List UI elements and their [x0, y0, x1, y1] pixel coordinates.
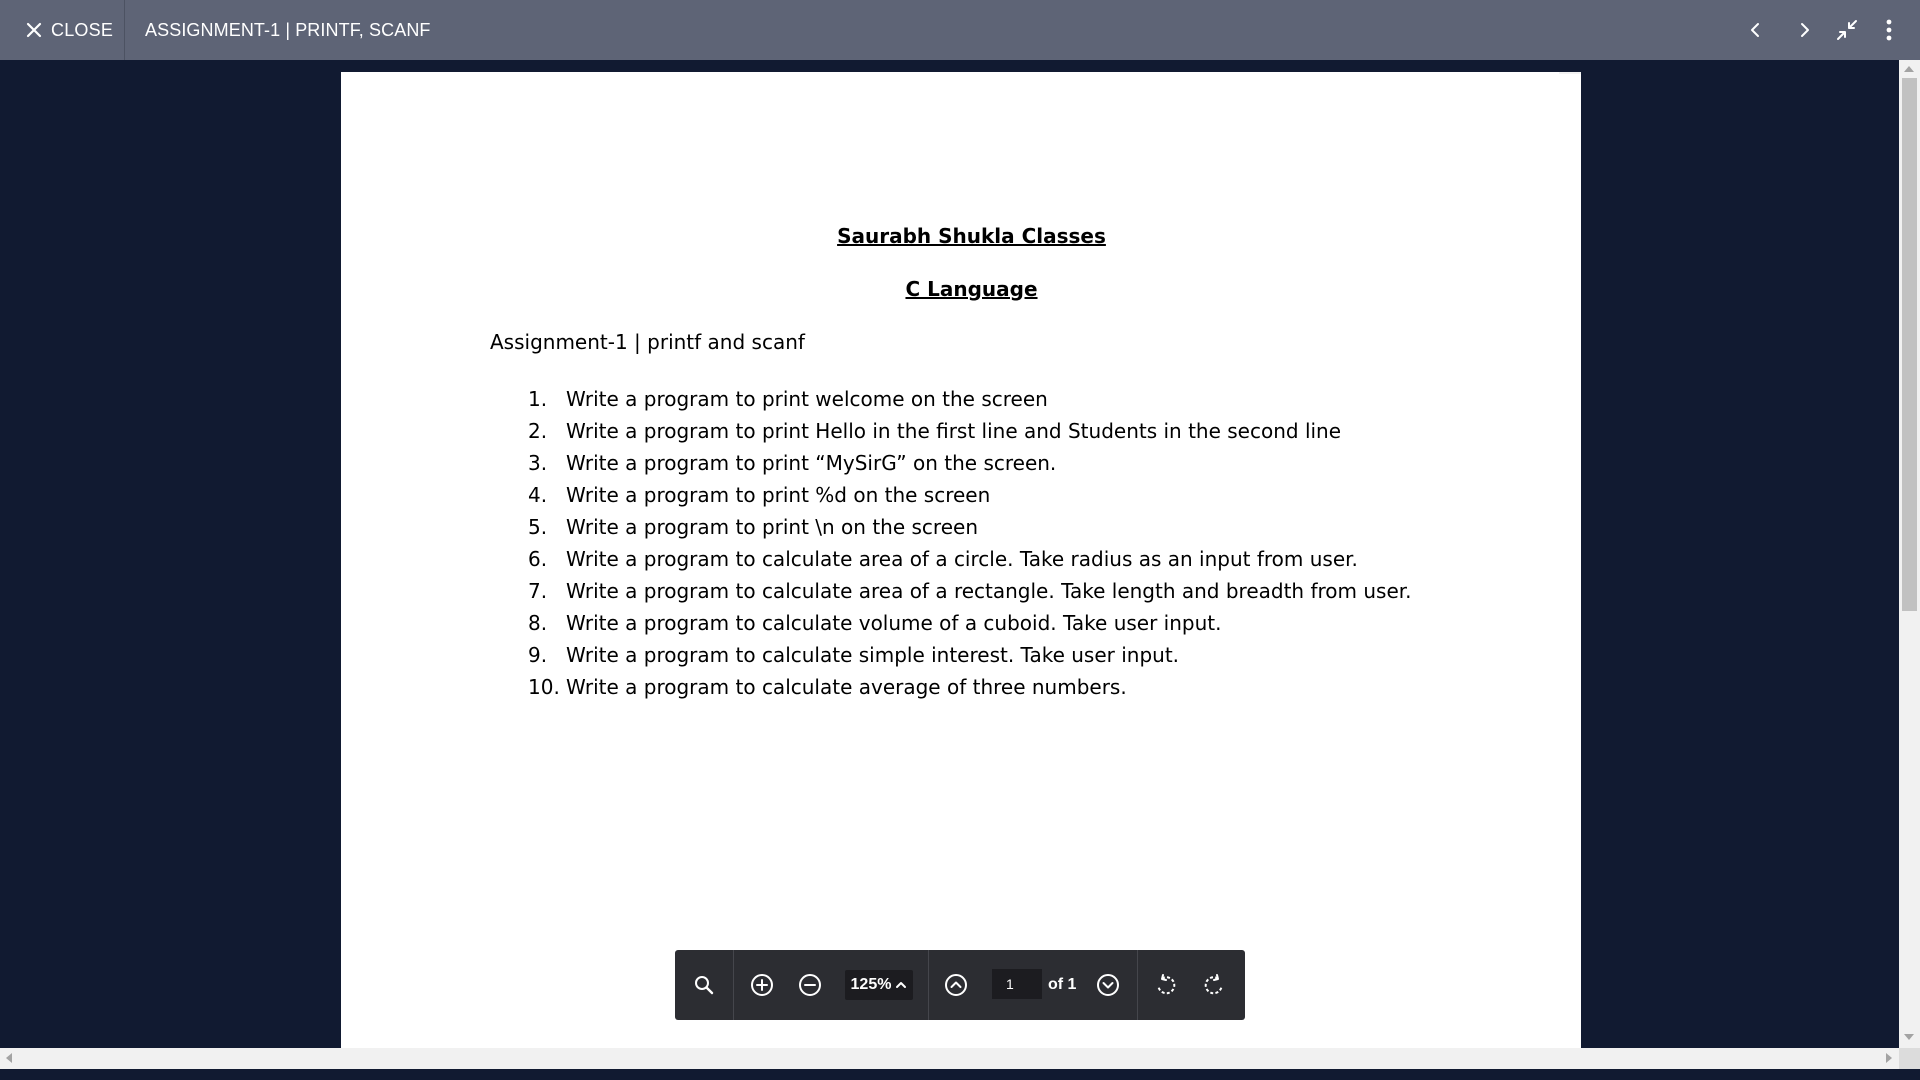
exit-fullscreen-icon	[1837, 20, 1857, 40]
rotate-right-icon	[1204, 974, 1223, 995]
list-text: Write a program to print “MySirG” on the…	[566, 451, 1057, 475]
list-text: Write a program to print Hello in the fi…	[566, 419, 1342, 443]
toolbar-divider	[928, 950, 929, 1020]
page-edge	[1559, 72, 1581, 74]
list-item: 10. Write a program to calculate average …	[528, 671, 1412, 703]
rotate-right-button[interactable]	[1199, 970, 1229, 1000]
toolbar-divider	[1137, 950, 1138, 1020]
more-options-button[interactable]	[1874, 15, 1904, 45]
list-number: 5.	[528, 515, 548, 539]
document-title: ASSIGNMENT-1 | PRINTF, SCANF	[145, 20, 431, 40]
scrollbar-thumb[interactable]	[1902, 78, 1917, 611]
vertical-scrollbar[interactable]	[1899, 60, 1920, 1048]
zoom-out-icon	[799, 974, 821, 996]
document-heading: Saurabh Shukla Classes	[837, 224, 1106, 248]
list-item: 1. Write a program to print welcome on th…	[528, 383, 1412, 415]
list-number: 6.	[528, 547, 548, 571]
list-number: 7.	[528, 579, 548, 603]
list-text: Write a program to print %d on the scree…	[566, 483, 991, 507]
list-item: 9. Write a program to calculate simple in…	[528, 639, 1412, 671]
scroll-up-icon[interactable]	[1904, 66, 1914, 72]
next-page-button[interactable]	[1093, 970, 1123, 1000]
list-text: Write a program to calculate simple inte…	[566, 643, 1180, 667]
search-icon	[695, 976, 714, 995]
zoom-in-button[interactable]	[747, 970, 777, 1000]
previous-page-button[interactable]	[941, 970, 971, 1000]
list-text: Write a program to calculate volume of a…	[566, 611, 1222, 635]
list-number: 2.	[528, 419, 548, 443]
assignment-title: Assignment-1 | printf and scanf	[490, 330, 805, 354]
close-label: CLOSE	[51, 19, 114, 40]
list-text: Write a program to calculate area of a r…	[566, 579, 1412, 603]
scroll-left-icon[interactable]	[6, 1053, 12, 1063]
list-item: 4. Write a program to print %d on the scr…	[528, 479, 1412, 511]
list-text: Write a program to calculate area of a c…	[566, 547, 1358, 571]
close-icon	[26, 22, 42, 38]
list-number: 9.	[528, 643, 548, 667]
viewer-toolbar: 125% of 1	[675, 950, 1245, 1020]
toolbar-divider	[733, 950, 734, 1020]
list-text: Write a program to calculate average of …	[566, 675, 1127, 699]
list-number: 4.	[528, 483, 548, 507]
rotate-left-button[interactable]	[1151, 970, 1181, 1000]
document-subheading: C Language	[905, 277, 1038, 301]
list-text: Write a program to print \n on the scree…	[566, 515, 978, 539]
list-item: 5. Write a program to print \n on the scr…	[528, 511, 1412, 543]
page-down-icon	[1097, 974, 1119, 996]
list-number: 3.	[528, 451, 548, 475]
search-button[interactable]	[689, 970, 719, 1000]
list-item: 7. Write a program to calculate area of a…	[528, 575, 1412, 607]
scroll-right-icon[interactable]	[1886, 1053, 1892, 1063]
zoom-level-select[interactable]: 125%	[845, 970, 913, 1000]
scrollbar-corner	[1899, 1048, 1920, 1069]
zoom-in-icon	[751, 974, 773, 996]
page-up-icon	[945, 974, 967, 996]
list-item: 3. Write a program to print “MySirG” on t…	[528, 447, 1412, 479]
viewer-header: CLOSE ASSIGNMENT-1 | PRINTF, SCANF	[0, 0, 1920, 60]
bottom-strip	[0, 1069, 1920, 1080]
list-number: 8.	[528, 611, 548, 635]
page-total: of 1	[1048, 976, 1077, 993]
list-item: 6. Write a program to calculate area of a…	[528, 543, 1412, 575]
scroll-down-icon[interactable]	[1904, 1034, 1914, 1040]
list-number: 1.	[528, 387, 548, 411]
list-item: 2. Write a program to print Hello in the …	[528, 415, 1412, 447]
chevron-up-icon	[896, 982, 907, 988]
next-button[interactable]	[1790, 15, 1820, 45]
zoom-level-value: 125%	[850, 976, 892, 993]
close-button[interactable]: CLOSE	[0, 0, 125, 60]
list-text: Write a program to print welcome on the …	[566, 387, 1048, 411]
chevron-right-icon	[1801, 23, 1809, 37]
task-list: 1. Write a program to print welcome on th…	[528, 383, 1412, 703]
page-number-input[interactable]	[992, 969, 1042, 999]
horizontal-scrollbar[interactable]	[0, 1048, 1899, 1069]
previous-button[interactable]	[1740, 15, 1770, 45]
chevron-left-icon	[1751, 23, 1759, 37]
exit-fullscreen-button[interactable]	[1832, 15, 1862, 45]
more-vertical-icon	[1886, 19, 1892, 41]
list-number: 10.	[528, 675, 560, 699]
rotate-left-icon	[1157, 974, 1176, 995]
document-page: Saurabh Shukla Classes C Language Assign…	[341, 72, 1581, 1050]
list-item: 8. Write a program to calculate volume of…	[528, 607, 1412, 639]
zoom-out-button[interactable]	[795, 970, 825, 1000]
